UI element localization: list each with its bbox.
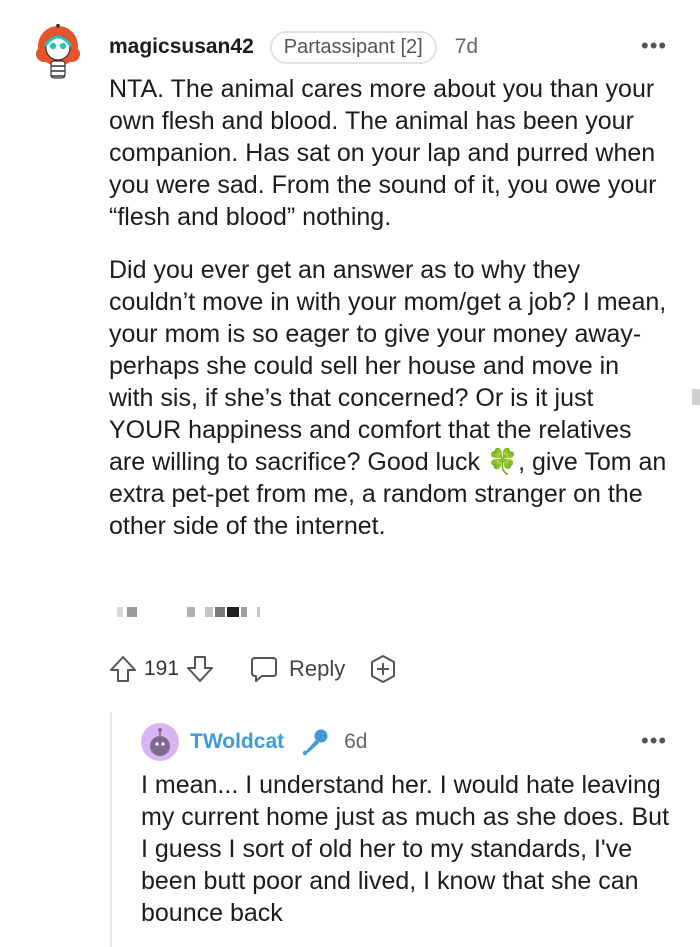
comment-paragraph-1: NTA. The animal cares more about you tha…: [109, 75, 657, 231]
comment-header: magicsusan42 Partassipant [2] 7d: [109, 30, 478, 64]
thread-line[interactable]: [110, 712, 112, 947]
username[interactable]: magicsusan42: [109, 35, 254, 59]
reply-username[interactable]: TWoldcat: [190, 730, 284, 754]
comment-paragraph-2: Did you ever get an answer as to why the…: [109, 256, 667, 540]
downvote-arrow-icon[interactable]: [185, 654, 215, 684]
scrollbar-thumb[interactable]: [692, 389, 700, 405]
reply-text: I mean... I understand her. I would hate…: [141, 771, 670, 927]
vote-count: 191: [144, 657, 180, 680]
speech-bubble-icon: [251, 657, 278, 682]
reply-header: TWoldcat 6d: [190, 725, 367, 759]
reply-button[interactable]: Reply: [249, 654, 345, 684]
reply-label: Reply: [289, 656, 346, 681]
microphone-icon: [302, 729, 328, 756]
more-dots-icon[interactable]: •••: [641, 33, 667, 59]
reply-age: 6d: [344, 730, 368, 753]
user-avatar[interactable]: [34, 24, 82, 80]
comment-age: 7d: [454, 35, 479, 58]
award-plus-icon[interactable]: [367, 653, 399, 685]
reply-user-avatar[interactable]: [141, 723, 179, 761]
upvote-arrow-icon[interactable]: [108, 654, 138, 684]
reply-more-dots-icon[interactable]: •••: [641, 728, 667, 754]
pixelated-image-artifact: [117, 606, 264, 618]
user-flair: Partassipant [2]: [269, 30, 437, 64]
comment-actions: 191 Reply: [108, 650, 399, 688]
